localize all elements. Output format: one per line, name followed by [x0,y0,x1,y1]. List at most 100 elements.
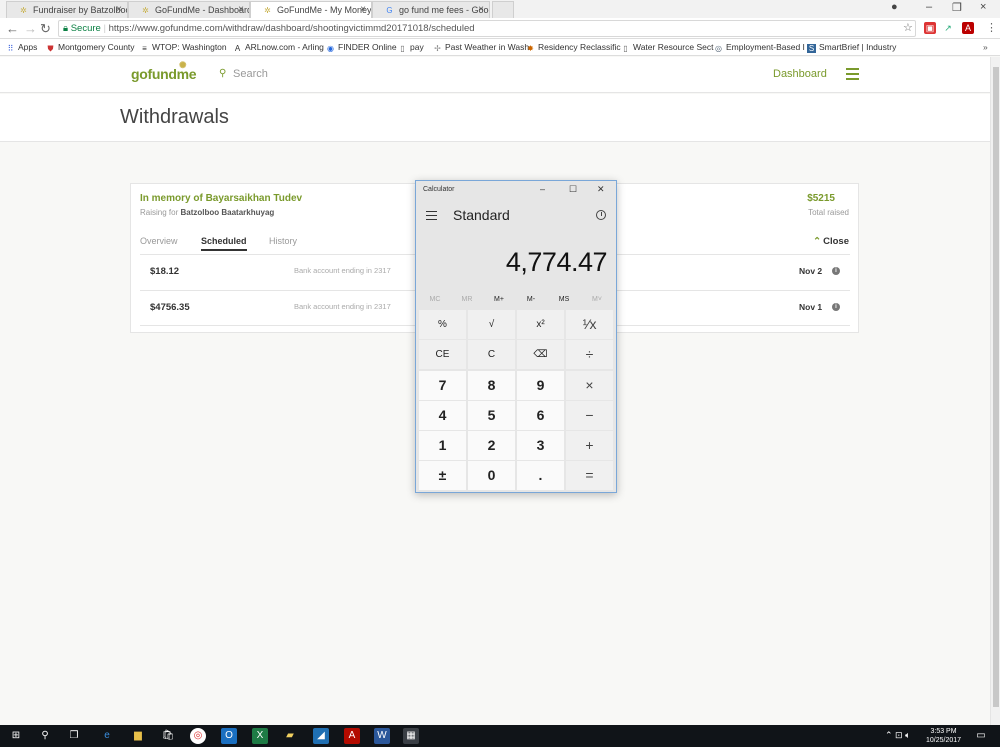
memory-recall-button[interactable]: MR [455,296,479,303]
memory-list-button[interactable]: M˅ [585,296,609,303]
tab-close-icon[interactable]: × [116,4,122,15]
browser-tab[interactable]: G go fund me fees - Googl × [372,1,490,18]
bookmark-star-icon[interactable]: ☆ [903,21,913,34]
digit-6-key[interactable]: 6 [517,401,564,430]
digit-1-key[interactable]: 1 [419,431,466,460]
browser-tab-active[interactable]: ✲ GoFundMe - My Money × [250,1,372,18]
divide-key[interactable]: ÷ [566,340,613,369]
app-icon[interactable]: ◢ [313,728,329,744]
sqrt-key[interactable]: √ [468,310,515,339]
minus-key[interactable]: − [566,401,613,430]
close-button[interactable]: ⌃ Close [813,236,849,247]
new-tab-button[interactable] [492,1,514,18]
digit-3-key[interactable]: 3 [517,431,564,460]
multiply-key[interactable]: × [566,371,613,400]
digit-7-key[interactable]: 7 [419,371,466,400]
calc-minimize-icon[interactable]: – [540,184,545,194]
acrobat-icon[interactable]: A [344,728,360,744]
bookmark-apps[interactable]: ⠿ Apps [6,42,38,53]
pdf-extension-icon[interactable]: A [962,22,974,34]
tab-scheduled[interactable]: Scheduled [201,236,247,251]
calc-menu-icon[interactable] [426,211,437,220]
backspace-icon[interactable]: ⌫ [517,340,564,369]
info-icon[interactable]: i [832,267,840,275]
memory-store-button[interactable]: MS [552,296,576,303]
tab-close-icon[interactable]: × [478,4,484,15]
dashboard-link[interactable]: Dashboard [773,68,827,80]
gofundme-logo[interactable]: gofundme ✺ [131,60,197,82]
digit-0-key[interactable]: 0 [468,461,515,490]
chrome-icon[interactable]: ◎ [190,728,206,744]
decimal-key[interactable]: . [517,461,564,490]
digit-9-key[interactable]: 9 [517,371,564,400]
excel-icon[interactable]: X [252,728,268,744]
calc-close-icon[interactable]: ✕ [597,184,605,195]
tab-overview[interactable]: Overview [140,236,178,246]
profile-icon[interactable]: ● [891,1,898,13]
bookmark-item[interactable]: ≡ WTOP: Washington [140,42,226,53]
bookmark-item[interactable]: S SmartBrief | Industry [807,42,896,53]
bookmark-item[interactable]: ✢ Past Weather in Wash [433,42,529,53]
memory-add-button[interactable]: M+ [487,296,511,303]
hamburger-menu-icon[interactable] [846,68,859,80]
store-icon[interactable]: 🛍︎ [160,728,176,744]
browser-tab[interactable]: ✲ Fundraiser by Batzolboo × [6,1,128,18]
edge-icon[interactable]: e [99,728,115,744]
negate-key[interactable]: ± [419,461,466,490]
square-key[interactable]: x² [517,310,564,339]
window-close-icon[interactable]: × [980,1,986,13]
digit-5-key[interactable]: 5 [468,401,515,430]
bookmark-item[interactable]: ✸ Residency Reclassific [526,42,621,53]
bookmark-item[interactable]: ⛊ Montgomery County [46,42,135,53]
tab-close-icon[interactable]: × [238,4,244,15]
search-input[interactable]: Search [233,68,268,80]
notifications-icon[interactable]: ▭ [973,728,989,744]
digit-2-key[interactable]: 2 [468,431,515,460]
clock[interactable]: 3:53 PM 10/25/2017 [926,727,961,745]
minimize-icon[interactable]: – [926,1,932,13]
browser-tab[interactable]: ✲ GoFundMe - Dashboard × [128,1,250,18]
extension-icon[interactable]: ↗ [942,22,954,34]
percent-key[interactable]: % [419,310,466,339]
clear-entry-key[interactable]: CE [419,340,466,369]
task-view-icon[interactable]: ❐ [66,728,82,744]
plus-key[interactable]: + [566,431,613,460]
menu-dots-icon[interactable]: ⋮ [986,21,997,34]
sticky-notes-icon[interactable]: ▰ [282,728,298,744]
forward-icon[interactable]: → [24,21,37,36]
campaign-name[interactable]: In memory of Bayarsaikhan Tudev [140,193,302,204]
back-icon[interactable]: ← [6,21,19,36]
bookmark-item[interactable]: ◎ Employment-Based I [714,42,805,53]
reciprocal-key[interactable]: ¹⁄x [566,310,613,339]
outlook-icon[interactable]: O [221,728,237,744]
start-windows-icon[interactable]: ⊞ [8,728,24,744]
digit-4-key[interactable]: 4 [419,401,466,430]
page-scrollbar[interactable] [990,57,1000,725]
bookmark-item[interactable]: ▯ pay [398,42,423,53]
tab-history[interactable]: History [269,236,297,246]
more-bookmarks-icon[interactable]: » [983,42,988,52]
memory-subtract-button[interactable]: M- [519,296,543,303]
reload-icon[interactable]: ↻ [40,21,51,37]
word-icon[interactable]: W [374,728,390,744]
restore-icon[interactable]: ❐ [952,1,962,14]
info-icon[interactable]: i [832,303,840,311]
history-icon[interactable] [596,210,606,220]
bookmark-item[interactable]: A ARLnow.com - Arling [233,42,324,53]
search-icon[interactable]: ⚲ [37,728,53,744]
extension-icon[interactable]: ▣ [924,22,936,34]
tab-close-icon[interactable]: × [360,4,366,15]
bookmark-item[interactable]: ▯ Water Resource Sect [621,42,713,53]
memory-clear-button[interactable]: MC [423,296,447,303]
system-tray[interactable]: ⌃ ⊡ 🔈︎ [885,730,910,741]
equals-key[interactable]: = [566,461,613,490]
file-explorer-icon[interactable]: ▆ [130,728,146,744]
digit-8-key[interactable]: 8 [468,371,515,400]
search-icon[interactable]: ⚲ [219,68,226,79]
calculator-taskbar-icon[interactable]: ▦ [403,728,419,744]
bookmark-item[interactable]: ◉ FINDER Online [326,42,397,53]
url-field[interactable]: 🔒︎ Secure | https://www.gofundme.com/wit… [58,20,916,37]
clear-key[interactable]: C [468,340,515,369]
calc-maximize-icon[interactable]: ☐ [569,184,577,195]
scrollbar-thumb[interactable] [993,67,999,707]
